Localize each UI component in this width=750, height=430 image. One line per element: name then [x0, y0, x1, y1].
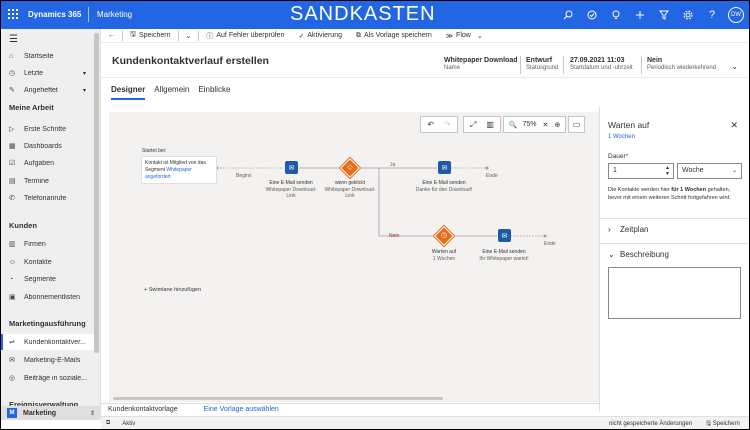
end-label: Ende	[486, 173, 498, 179]
yes-branch-label: Ja	[390, 162, 396, 168]
email-node-2-label: Eine E-Mail senden Danke für den Download…	[415, 180, 473, 193]
description-textarea[interactable]	[608, 267, 741, 319]
popout-icon[interactable]: ⧉	[106, 420, 110, 427]
decision-node-label: wenn geklickt Whitepaper Download-Link	[324, 180, 376, 199]
begin-label: Beginn	[236, 173, 252, 179]
duration-input[interactable]: 1 ▲ ▼	[608, 163, 674, 179]
footer-bar: Kundenkontaktvorlage Eine Vorlage auswäh…	[101, 403, 599, 415]
email-node-3[interactable]: ✉	[498, 229, 511, 242]
email-node-3-label: Eine E-Mail senden Ihr Whitepaper wartet!	[479, 249, 529, 262]
mail-icon: ✉	[441, 164, 448, 172]
divider	[600, 218, 750, 219]
end-label: Ende	[544, 241, 556, 247]
mail-icon: ✉	[501, 232, 508, 240]
chevron-right-icon: ›	[608, 225, 611, 234]
status-state: Aktiv	[122, 420, 136, 427]
properties-panel: Warten auf 1 Wochen ✕ Dauer* 1 ▲ ▼ Woche ⌄ …	[599, 107, 750, 412]
duration-help-text: Die Kontakte werden hier für 1 Wochen ge…	[608, 187, 731, 201]
panel-title: Warten auf	[608, 120, 650, 130]
duration-unit-select[interactable]: Woche ⌄	[677, 163, 742, 179]
chevron-down-icon: ⌄	[731, 168, 737, 174]
spinner-icon[interactable]: ▲ ▼	[665, 165, 670, 177]
duration-label: Dauer*	[608, 153, 629, 160]
save-icon: 🖫	[706, 420, 713, 427]
select-template-link[interactable]: Eine Vorlage auswählen	[197, 406, 286, 413]
wait-node-label: Warten auf 1 Wochen	[431, 249, 457, 262]
description-section-toggle[interactable]: ⌄ Beschreibung	[608, 250, 669, 259]
mail-icon: ✉	[288, 164, 295, 172]
required-marker: *	[625, 153, 629, 160]
divider	[600, 243, 750, 244]
status-bar: ⧉ Aktiv nicht gespeicherte Änderungen 🖫 …	[101, 416, 750, 430]
template-label: Kundenkontaktvorlage	[108, 406, 178, 413]
email-node-2[interactable]: ✉	[438, 161, 451, 174]
clock-icon: ◷	[440, 232, 448, 239]
designer-horizontal-scrollbar[interactable]	[109, 395, 599, 402]
start-label: Startet bei:	[142, 148, 167, 154]
unsaved-changes-text: nicht gespeicherte Änderungen	[609, 420, 693, 427]
start-trigger-card[interactable]: Kontakt ist Mitglied von das Segment Whi…	[141, 156, 217, 184]
scrollbar-thumb[interactable]	[113, 397, 443, 400]
email-node-1-label: Eine E-Mail senden Whitepaper Download-Li…	[265, 180, 317, 199]
email-node-1[interactable]: ✉	[285, 161, 298, 174]
schedule-section-toggle[interactable]: › Zeitplan	[608, 225, 648, 234]
chevron-down-icon: ⌄	[608, 250, 615, 259]
trigger-icon: ◇	[347, 164, 353, 171]
add-swimlane-button[interactable]: + Swimlane hinzufügen	[144, 287, 201, 293]
panel-subtitle: 1 Wochen	[608, 134, 635, 140]
close-icon[interactable]: ✕	[730, 120, 738, 131]
no-branch-label: Nein	[389, 233, 400, 239]
status-save-button[interactable]: 🖫 Speichern	[706, 419, 740, 429]
